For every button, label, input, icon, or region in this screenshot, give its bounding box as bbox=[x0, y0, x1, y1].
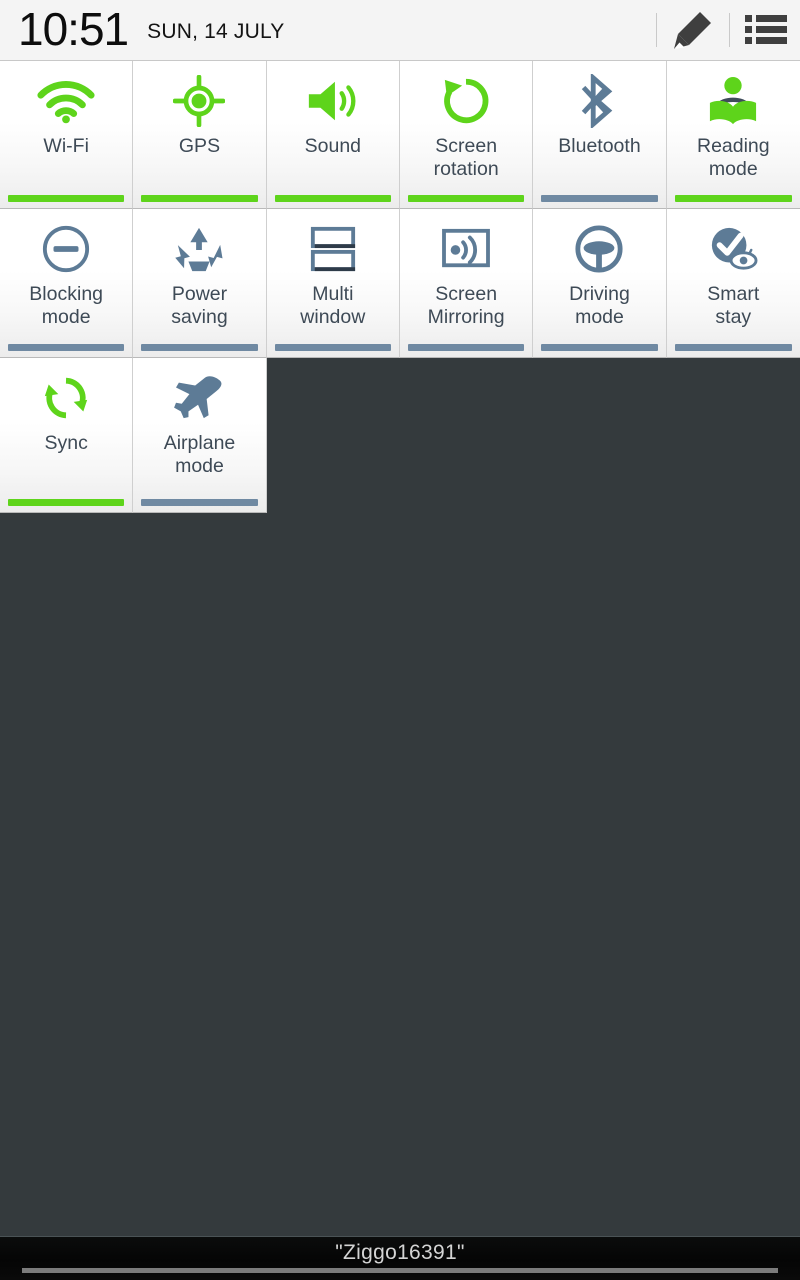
tile-label-line1: Blocking bbox=[29, 283, 104, 305]
status-indicator bbox=[8, 344, 125, 351]
multi-window-icon bbox=[267, 209, 399, 283]
date-label: SUN, 14 JULY bbox=[147, 19, 285, 43]
clock: 10:51 bbox=[18, 2, 129, 55]
tile-label-line2: Mirroring bbox=[427, 306, 505, 328]
toggle-grid: Wi-Fi GPS Sound Screen rotation Bluetoot… bbox=[0, 61, 800, 513]
tile-wifi[interactable]: Wi-Fi bbox=[0, 61, 134, 209]
status-indicator bbox=[141, 499, 258, 506]
tile-label-line1: Airplane bbox=[163, 432, 236, 454]
driving-mode-icon bbox=[533, 209, 665, 283]
tile-reading-mode[interactable]: Reading mode bbox=[666, 61, 800, 209]
status-indicator bbox=[274, 344, 391, 351]
header-divider-2 bbox=[729, 13, 730, 47]
smart-stay-icon bbox=[667, 209, 800, 283]
wifi-icon bbox=[0, 61, 132, 135]
sound-icon bbox=[267, 61, 399, 135]
tile-label-line2: rotation bbox=[433, 158, 499, 180]
tile-airplane-mode[interactable]: Airplane mode bbox=[133, 358, 267, 513]
tile-label-line1: Smart bbox=[707, 283, 760, 305]
scroll-handle[interactable] bbox=[22, 1268, 778, 1273]
status-indicator bbox=[141, 195, 258, 202]
tile-sound[interactable]: Sound bbox=[266, 61, 400, 209]
screen-rotation-icon bbox=[400, 61, 532, 135]
quick-settings-panel: 10:51 SUN, 14 JULY Wi-Fi GPS Sound Scree… bbox=[0, 0, 800, 1280]
tile-label-line1: Reading bbox=[696, 135, 770, 157]
tile-sync[interactable]: Sync bbox=[0, 358, 134, 513]
blocking-mode-icon bbox=[0, 209, 132, 283]
status-indicator bbox=[541, 344, 658, 351]
tile-label-line1: Screen bbox=[435, 135, 498, 157]
tile-driving-mode[interactable]: Driving mode bbox=[533, 209, 667, 358]
wifi-ssid-label: "Ziggo16391" bbox=[335, 1241, 465, 1264]
status-indicator bbox=[407, 344, 525, 351]
tile-label-line2: window bbox=[300, 306, 366, 328]
tile-blocking-mode[interactable]: Blocking mode bbox=[0, 209, 134, 358]
tile-label-line1: Bluetooth bbox=[558, 135, 641, 157]
tile-label-line2: mode bbox=[41, 306, 91, 328]
power-saving-icon bbox=[133, 209, 265, 283]
tile-label-line2: stay bbox=[715, 306, 752, 328]
tile-smart-stay[interactable]: Smart stay bbox=[666, 209, 800, 358]
tile-label-line2: mode bbox=[175, 455, 224, 477]
tile-label-line1: Sync bbox=[44, 432, 88, 454]
tile-label-line2: saving bbox=[171, 306, 228, 328]
bluetooth-icon bbox=[533, 61, 665, 135]
tile-label-line2: mode bbox=[575, 306, 624, 328]
edit-button[interactable] bbox=[659, 0, 727, 61]
tile-gps[interactable]: GPS bbox=[133, 61, 267, 209]
status-indicator bbox=[8, 195, 125, 202]
list-icon bbox=[745, 13, 787, 47]
bottom-bar: "Ziggo16391" bbox=[0, 1236, 800, 1280]
status-indicator bbox=[274, 195, 391, 202]
status-indicator bbox=[407, 195, 525, 202]
tile-label-line1: Power bbox=[171, 283, 228, 305]
status-indicator bbox=[8, 499, 125, 506]
tile-label-line1: Sound bbox=[304, 135, 362, 157]
tile-label-line1: Screen bbox=[435, 283, 498, 305]
tile-screen-mirroring[interactable]: Screen Mirroring bbox=[399, 209, 534, 358]
tile-label-line1: Multi bbox=[312, 283, 354, 305]
tile-label-line1: Driving bbox=[569, 283, 630, 305]
tile-label-line2: mode bbox=[708, 158, 758, 180]
tile-power-saving[interactable]: Power saving bbox=[133, 209, 267, 358]
tile-multi-window[interactable]: Multi window bbox=[266, 209, 400, 358]
reading-mode-icon bbox=[667, 61, 800, 135]
status-indicator bbox=[674, 195, 792, 202]
screen-mirroring-icon bbox=[400, 209, 532, 283]
status-indicator bbox=[141, 344, 258, 351]
pencil-icon bbox=[670, 7, 716, 53]
tile-bluetooth[interactable]: Bluetooth bbox=[533, 61, 667, 209]
gps-icon bbox=[133, 61, 265, 135]
status-indicator bbox=[674, 344, 792, 351]
tile-label-line1: Wi-Fi bbox=[43, 135, 89, 157]
tile-label-line1: GPS bbox=[178, 135, 221, 157]
sync-icon bbox=[0, 358, 132, 432]
airplane-mode-icon bbox=[133, 358, 265, 432]
status-indicator bbox=[541, 195, 658, 202]
tile-screen-rotation[interactable]: Screen rotation bbox=[399, 61, 534, 209]
list-button[interactable] bbox=[732, 0, 800, 61]
status-bar: 10:51 SUN, 14 JULY bbox=[0, 0, 800, 61]
header-divider-1 bbox=[656, 13, 657, 47]
